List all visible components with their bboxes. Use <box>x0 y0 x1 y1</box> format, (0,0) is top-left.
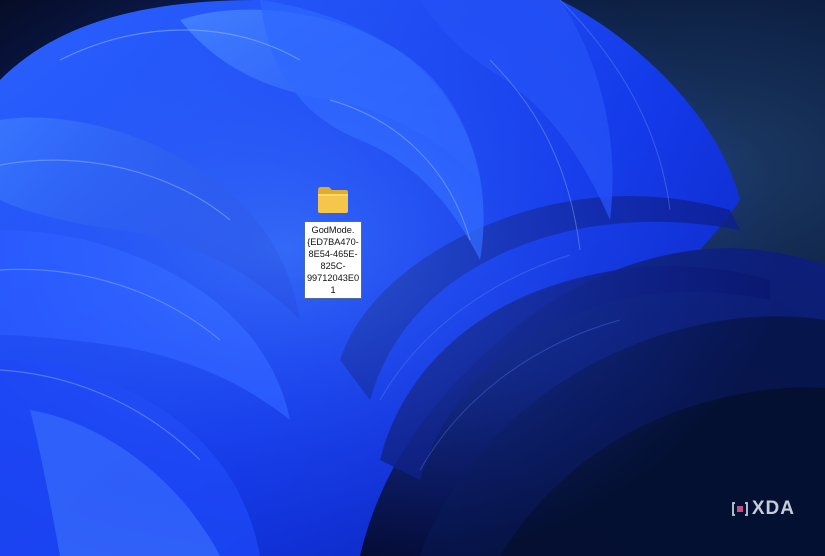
desktop-shortcut-godmode[interactable]: GodMode. {ED7BA470- 8E54-465E- 825C- 997… <box>303 185 363 299</box>
folder-icon <box>318 187 348 213</box>
desktop-icon-label[interactable]: GodMode. {ED7BA470- 8E54-465E- 825C- 997… <box>304 221 362 299</box>
xda-logo-icon <box>731 502 748 516</box>
desktop[interactable]: GodMode. {ED7BA470- 8E54-465E- 825C- 997… <box>0 0 825 556</box>
xda-watermark: XDA <box>731 498 795 520</box>
bloom-wallpaper <box>0 0 825 556</box>
watermark-text: XDA <box>751 498 795 519</box>
